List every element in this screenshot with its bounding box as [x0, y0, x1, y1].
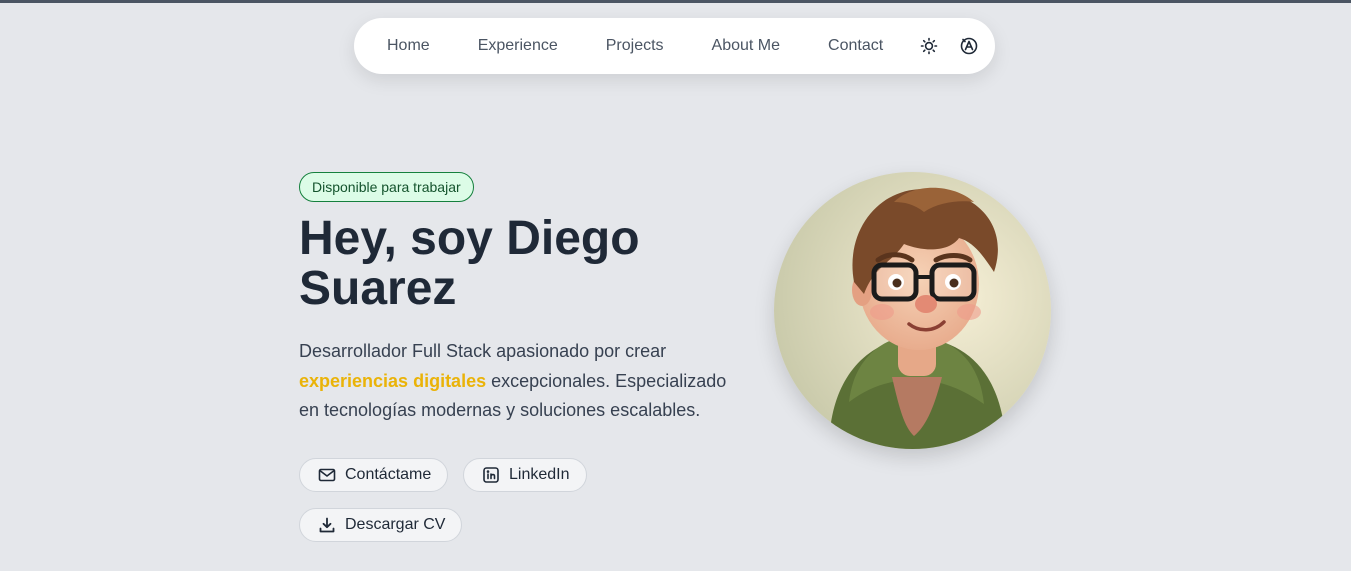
hero-description: Desarrollador Full Stack apasionado por … [299, 337, 739, 426]
nav-link-home[interactable]: Home [387, 37, 430, 55]
profile-avatar [774, 172, 1051, 449]
top-border [0, 0, 1351, 3]
hero-title: Hey, soy Diego Suarez [299, 212, 640, 315]
download-cv-button-label: Descargar CV [345, 516, 446, 533]
mail-icon [318, 468, 336, 482]
availability-badge: Disponible para trabajar [299, 172, 474, 202]
download-cv-button[interactable]: Descargar CV [299, 508, 463, 542]
contact-button[interactable]: Contáctame [299, 458, 449, 492]
nav-link-contact[interactable]: Contact [828, 37, 883, 55]
navbar: Home Experience Projects About Me Contac… [354, 18, 995, 74]
nav-link-about-me[interactable]: About Me [712, 37, 780, 55]
contact-button-label: Contáctame [345, 466, 432, 483]
linkedin-button[interactable]: LinkedIn [463, 458, 587, 492]
nav-link-experience[interactable]: Experience [478, 37, 558, 55]
translate-icon[interactable] [959, 36, 979, 56]
linkedin-icon [483, 467, 499, 483]
description-text-start: Desarrollador Full Stack apasionado por … [299, 341, 667, 361]
download-icon [319, 517, 335, 533]
description-highlight: experiencias digitales [299, 370, 487, 391]
sun-icon[interactable] [919, 36, 939, 56]
nav-link-projects[interactable]: Projects [606, 37, 664, 55]
linkedin-button-label: LinkedIn [509, 466, 570, 483]
